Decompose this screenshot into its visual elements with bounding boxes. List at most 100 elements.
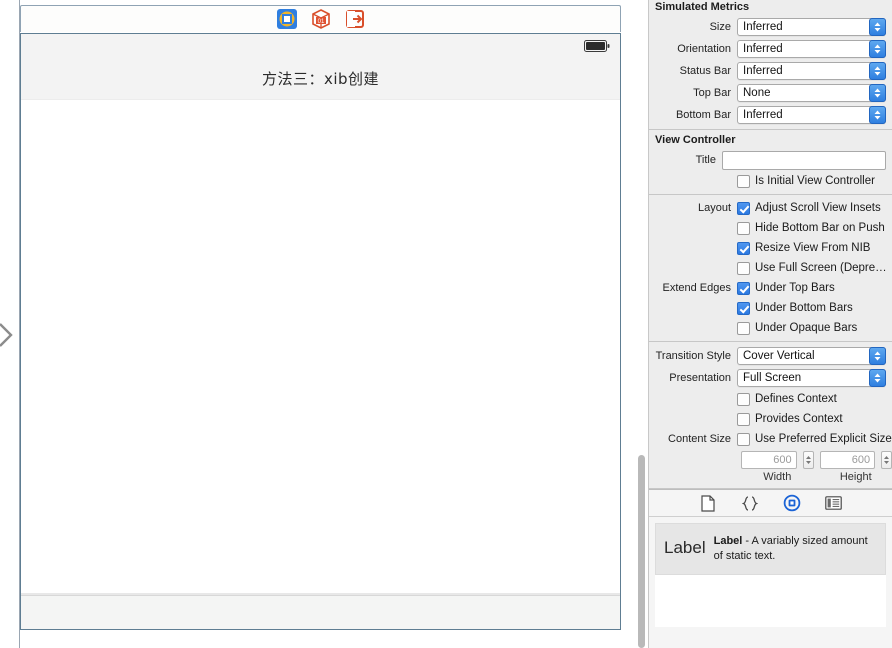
row-use-preferred-explicit-size[interactable]: Content Size Use Preferred Explicit Size	[649, 429, 892, 449]
row-use-full-screen[interactable]: Use Full Screen (Depre…	[649, 258, 892, 278]
content-width-value: 600	[773, 454, 792, 466]
assistant-3d-cube-icon[interactable]: 01	[310, 8, 332, 30]
under-top-bars-checkbox[interactable]	[737, 281, 750, 295]
content-size-fields: 600 600	[649, 449, 892, 471]
popup-orientation-value: Inferred	[743, 43, 783, 55]
row-resize-view-from-nib[interactable]: Resize View From NIB	[649, 238, 892, 258]
canvas-view-controller-scene[interactable]: 方法三：xib创建	[20, 33, 621, 630]
device-content-view[interactable]	[21, 100, 620, 596]
library-item-name: Label	[713, 535, 743, 547]
popup-orientation[interactable]: Inferred	[737, 40, 886, 58]
exit-placeholder-icon[interactable]	[344, 8, 366, 30]
use-full-screen-checkbox[interactable]	[737, 261, 750, 275]
row-adjust-scroll-view-insets[interactable]: Layout Adjust Scroll View Insets	[649, 198, 892, 218]
row-orientation: Orientation Inferred	[649, 38, 892, 60]
chevron-updown-icon[interactable]	[869, 18, 886, 36]
media-library-tab[interactable]	[824, 494, 844, 512]
simulated-status-bar	[21, 34, 620, 58]
chevron-updown-icon[interactable]	[869, 62, 886, 80]
scene-dock-bar[interactable]	[21, 593, 620, 629]
svg-text:01: 01	[317, 19, 324, 25]
chevron-updown-icon[interactable]	[869, 106, 886, 124]
under-bottom-bars-checkbox[interactable]	[737, 301, 750, 315]
is-initial-view-controller-label: Is Initial View Controller	[755, 175, 875, 187]
library-item-separator: -	[742, 535, 752, 547]
library-panel: Label Label - A variably sized amount of…	[649, 489, 892, 648]
content-width-input[interactable]: 600	[741, 451, 797, 469]
defines-context-label: Defines Context	[755, 393, 837, 405]
popup-size-value: Inferred	[743, 21, 783, 33]
row-is-initial-view-controller[interactable]: Is Initial View Controller	[649, 171, 892, 191]
adjust-scroll-view-insets-checkbox[interactable]	[737, 201, 750, 215]
chevron-updown-icon[interactable]	[869, 347, 886, 365]
popup-transition-style-value: Cover Vertical	[743, 350, 815, 362]
editor-pane: 01 方法三：xib创建	[0, 0, 646, 648]
defines-context-checkbox[interactable]	[737, 392, 750, 406]
view-controller-heading: View Controller	[655, 134, 736, 146]
xcode-interface-builder-window: 01 方法三：xib创建 Simulated Metrics Size Infe…	[0, 0, 892, 648]
under-opaque-bars-checkbox[interactable]	[737, 321, 750, 335]
content-height-input[interactable]: 600	[819, 451, 876, 469]
hide-bottom-bar-on-push-checkbox[interactable]	[737, 221, 750, 235]
chevron-updown-icon[interactable]	[869, 84, 886, 102]
row-under-bottom-bars[interactable]: Under Bottom Bars	[649, 298, 892, 318]
editor-scrollbar-thumb[interactable]	[638, 455, 645, 648]
row-defines-context[interactable]: Defines Context	[649, 389, 892, 409]
caption-height: Height	[839, 471, 872, 483]
object-library-tab[interactable]	[782, 494, 802, 512]
provides-context-label: Provides Context	[755, 413, 843, 425]
popup-presentation-value: Full Screen	[743, 372, 802, 384]
hide-bottom-bar-on-push-label: Hide Bottom Bar on Push	[755, 222, 885, 234]
content-width-stepper[interactable]	[802, 451, 814, 469]
caption-width: Width	[763, 471, 792, 483]
row-under-top-bars[interactable]: Extend Edges Under Top Bars	[649, 278, 892, 298]
under-top-bars-label: Under Top Bars	[755, 282, 835, 294]
is-initial-view-controller-checkbox[interactable]	[737, 174, 750, 188]
chevron-updown-icon[interactable]	[869, 40, 886, 58]
label-presentation: Presentation	[669, 372, 731, 384]
title-input[interactable]	[722, 150, 886, 170]
use-preferred-explicit-size-label: Use Preferred Explicit Size	[755, 433, 892, 445]
divider	[649, 341, 892, 342]
content-height-stepper[interactable]	[881, 451, 892, 469]
popup-size[interactable]: Inferred	[737, 18, 886, 36]
file-template-library-tab[interactable]	[698, 494, 718, 512]
popup-transition-style[interactable]: Cover Vertical	[737, 347, 886, 365]
label-layout: Layout	[697, 202, 731, 214]
popup-top-bar[interactable]: None	[737, 84, 886, 102]
row-under-opaque-bars[interactable]: Under Opaque Bars	[649, 318, 892, 338]
use-full-screen-label: Use Full Screen (Depre…	[755, 262, 887, 274]
popup-bottom-bar[interactable]: Inferred	[737, 106, 886, 124]
document-outline-icon[interactable]	[276, 8, 298, 30]
simulated-metrics-heading: Simulated Metrics	[655, 1, 750, 13]
library-object-list[interactable]: Label Label - A variably sized amount of…	[649, 517, 892, 627]
nav-bar-title-label: 方法三：xib创建	[261, 70, 380, 88]
chevron-updown-icon[interactable]	[869, 369, 886, 387]
divider	[649, 129, 892, 130]
provides-context-checkbox[interactable]	[737, 412, 750, 426]
popup-presentation[interactable]: Full Screen	[737, 369, 886, 387]
library-item-description: Label - A variably sized amount of stati…	[714, 534, 877, 564]
row-hide-bottom-bar-on-push[interactable]: Hide Bottom Bar on Push	[649, 218, 892, 238]
row-presentation: Presentation Full Screen	[649, 367, 892, 389]
attributes-inspector: Simulated Metrics Size Inferred Orientat…	[649, 0, 892, 489]
library-item-label[interactable]: Label Label - A variably sized amount of…	[655, 523, 886, 575]
library-item-preview: Label	[664, 538, 706, 557]
device-top-bars: 方法三：xib创建	[21, 34, 620, 100]
reveal-left-panel-chevron-icon[interactable]	[0, 318, 14, 352]
under-opaque-bars-label: Under Opaque Bars	[755, 322, 858, 334]
popup-bottom-bar-value: Inferred	[743, 109, 783, 121]
label-transition-style: Transition Style	[655, 350, 731, 362]
label-top-bar: Top Bar	[693, 87, 731, 99]
adjust-scroll-view-insets-label: Adjust Scroll View Insets	[755, 202, 881, 214]
popup-status-bar[interactable]: Inferred	[737, 62, 886, 80]
row-provides-context[interactable]: Provides Context	[649, 409, 892, 429]
device-screen: 方法三：xib创建	[21, 34, 620, 596]
battery-icon	[584, 39, 610, 52]
label-bottom-bar: Bottom Bar	[675, 109, 731, 121]
content-height-value: 600	[851, 454, 871, 466]
resize-view-from-nib-checkbox[interactable]	[737, 241, 750, 255]
code-snippet-library-tab[interactable]	[740, 494, 760, 512]
use-preferred-explicit-size-checkbox[interactable]	[737, 432, 750, 446]
row-title: Title	[649, 149, 892, 171]
